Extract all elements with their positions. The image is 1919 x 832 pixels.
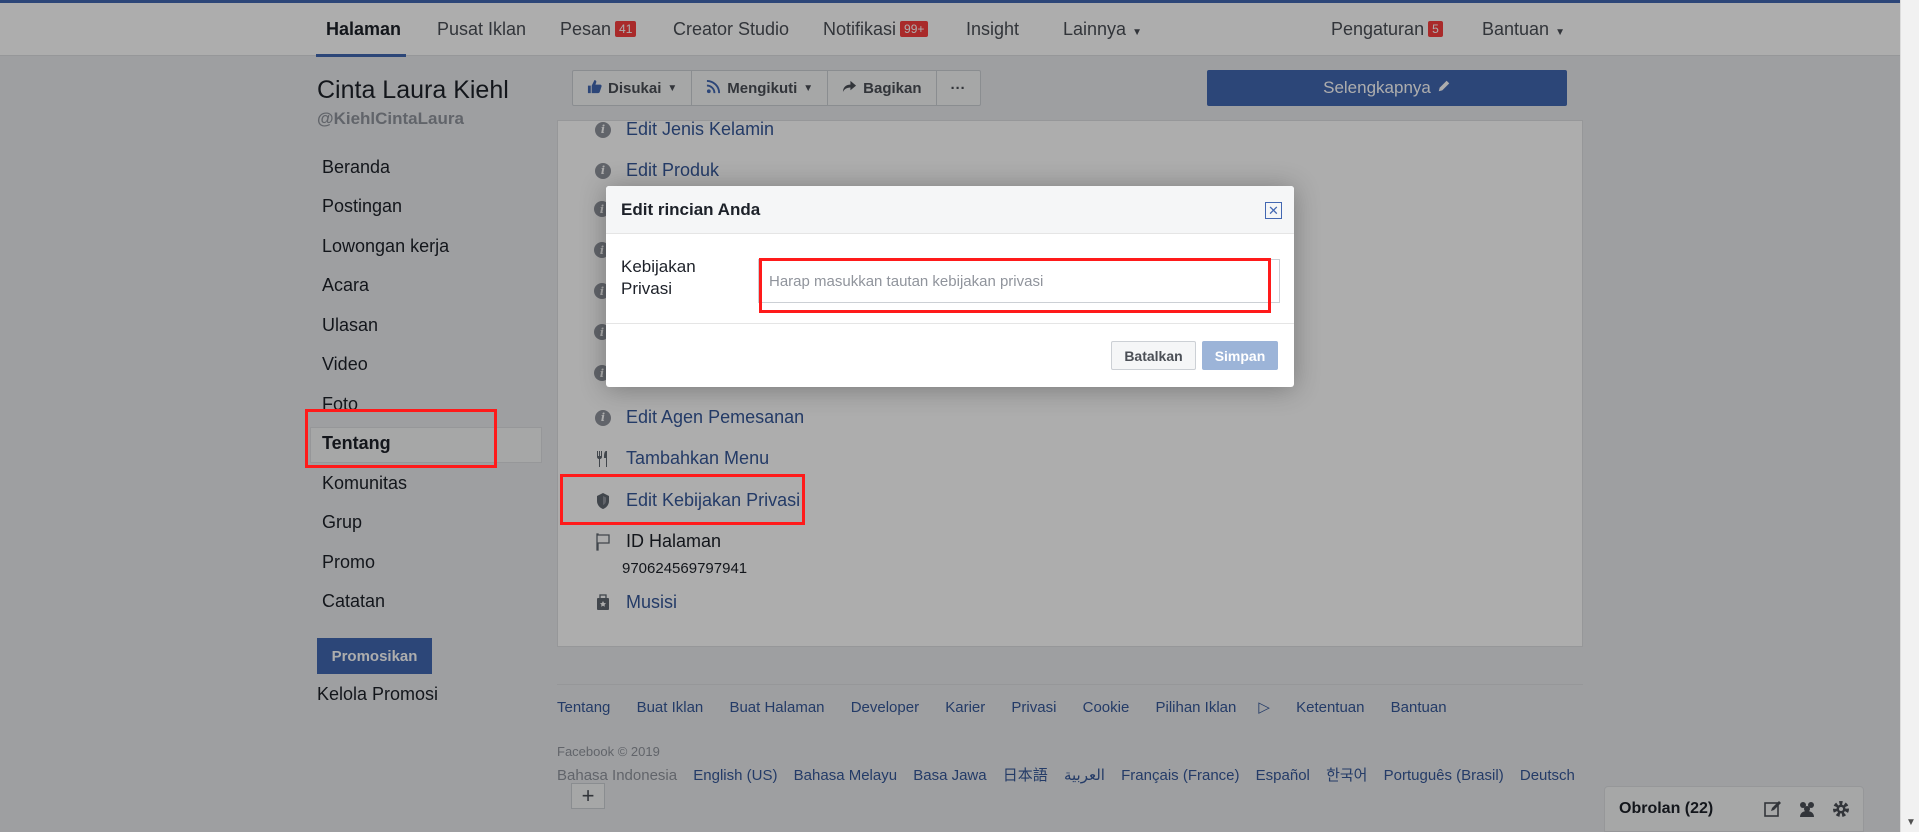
close-icon[interactable]: ✕ bbox=[1265, 202, 1282, 219]
page-scrollbar[interactable]: ▼ bbox=[1900, 0, 1919, 832]
privacy-policy-label: Kebijakan Privasi bbox=[621, 257, 696, 298]
cancel-button[interactable]: Batalkan bbox=[1111, 341, 1196, 370]
privacy-policy-url-input[interactable] bbox=[758, 259, 1280, 303]
edit-details-dialog: Edit rincian Anda ✕ Kebijakan Privasi Ba… bbox=[606, 186, 1294, 387]
dialog-title: Edit rincian Anda bbox=[621, 199, 761, 219]
modal-backdrop[interactable] bbox=[0, 0, 1900, 832]
dialog-divider bbox=[606, 323, 1294, 324]
save-button[interactable]: Simpan bbox=[1202, 341, 1278, 370]
dialog-header: Edit rincian Anda bbox=[606, 186, 1294, 234]
scroll-down-arrow-icon[interactable]: ▼ bbox=[1906, 817, 1916, 828]
